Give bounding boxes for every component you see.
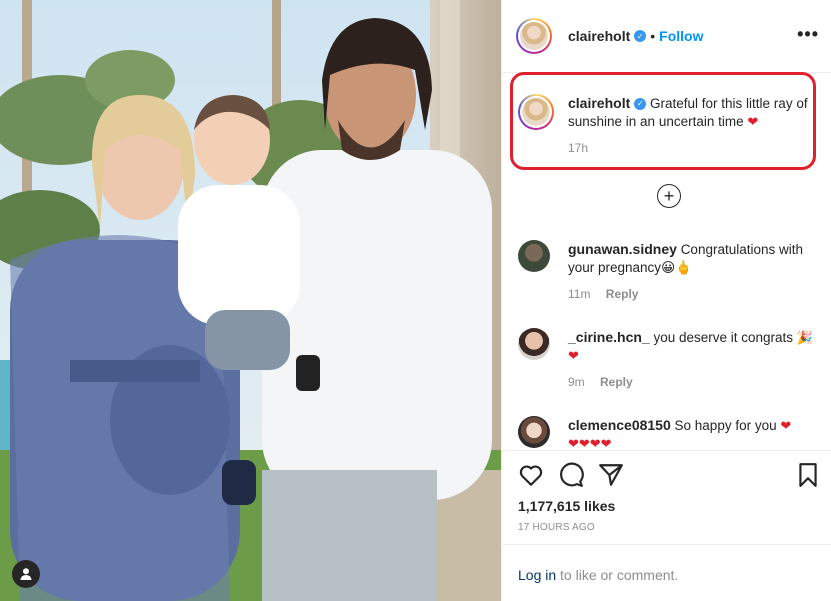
header-avatar[interactable] xyxy=(516,18,552,54)
comment-emoji: ❤ xyxy=(780,418,792,433)
caption-heart-emoji: ❤ xyxy=(747,114,759,129)
share-icon[interactable] xyxy=(598,462,624,488)
comment-username[interactable]: gunawan.sidney xyxy=(568,241,677,257)
comment-item: gunawan.sidney Congratulations with your… xyxy=(518,240,813,303)
login-prompt: Log in to like or comment. xyxy=(518,567,678,583)
comment-item: clemence08150 So happy for you ❤ ❤❤❤❤ xyxy=(518,416,813,453)
comment-time: 9m xyxy=(568,375,585,389)
bookmark-icon[interactable] xyxy=(795,462,821,488)
user-tag-button[interactable] xyxy=(12,560,40,588)
comment-emoji: 😀🖕 xyxy=(661,260,692,275)
caption-time: 17h xyxy=(568,141,589,155)
comment-username[interactable]: _cirine.hcn_ xyxy=(568,329,650,345)
likes-count[interactable]: 1,177,615 likes xyxy=(518,498,615,514)
caption-avatar[interactable] xyxy=(518,94,554,130)
user-tag-icon xyxy=(20,568,32,580)
post-header: claireholt ✓ • Follow ••• xyxy=(502,0,831,73)
verified-badge-icon: ✓ xyxy=(634,30,647,42)
family-photo-image xyxy=(0,0,501,601)
caption-username[interactable]: claireholt xyxy=(568,95,630,111)
header-separator: • xyxy=(650,28,656,44)
comment-avatar[interactable] xyxy=(518,240,550,272)
reply-button[interactable]: Reply xyxy=(600,375,633,389)
caption: claireholt ✓ Grateful for this little ray… xyxy=(518,94,813,157)
reply-button[interactable]: Reply xyxy=(606,287,639,301)
post-time-ago[interactable]: 17 HOURS AGO xyxy=(518,522,595,533)
post-side-panel: claireholt ✓ • Follow ••• claireholt ✓ Gr… xyxy=(502,0,831,601)
follow-button[interactable]: Follow xyxy=(659,28,703,44)
more-options-icon[interactable]: ••• xyxy=(797,24,819,45)
header-username[interactable]: claireholt xyxy=(568,28,630,44)
heart-icon[interactable] xyxy=(518,462,544,488)
comment-item: _cirine.hcn_ you deserve it congrats 🎉 ❤… xyxy=(518,328,813,391)
comment-avatar[interactable] xyxy=(518,416,550,448)
comment-username[interactable]: clemence08150 xyxy=(568,417,671,433)
login-divider xyxy=(502,544,831,545)
login-link[interactable]: Log in xyxy=(518,567,556,583)
post-photo[interactable] xyxy=(0,0,501,601)
comment-icon[interactable] xyxy=(558,462,584,488)
comment-time: 11m xyxy=(568,287,591,301)
action-bar xyxy=(518,462,624,488)
login-prompt-text: to like or comment. xyxy=(556,567,679,583)
load-more-comments-button[interactable]: + xyxy=(657,184,681,208)
comment-text: you deserve it congrats xyxy=(653,330,794,345)
comment-avatar[interactable] xyxy=(518,328,550,360)
comment-text: So happy for you xyxy=(674,418,777,433)
verified-badge-icon: ✓ xyxy=(634,98,647,111)
